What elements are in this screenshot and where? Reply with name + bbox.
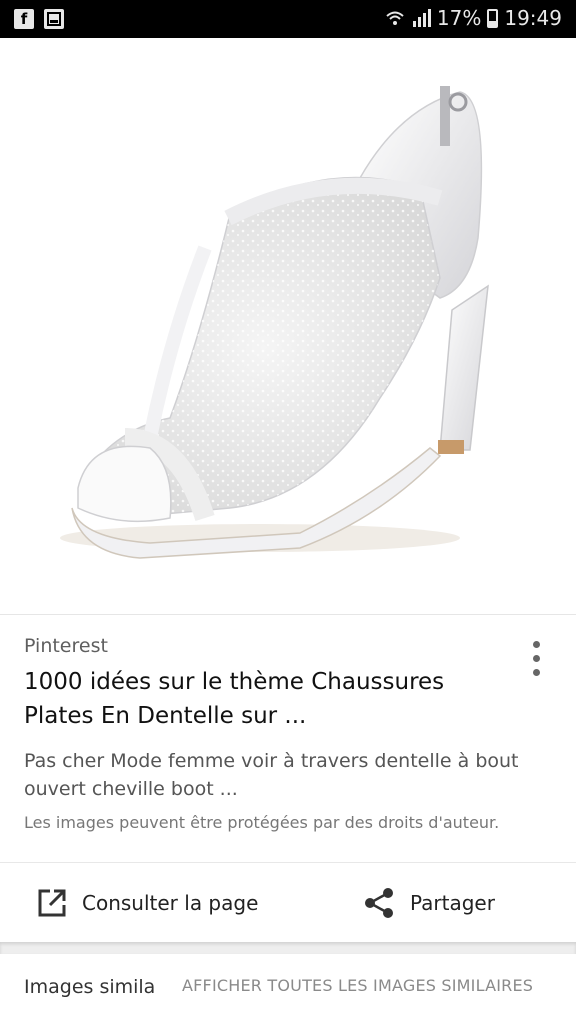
- wifi-icon: [386, 11, 404, 25]
- view-all-similar-link[interactable]: AFFICHER TOUTES LES IMAGES SIMILAIRES: [182, 976, 533, 995]
- share-label: Partager: [410, 891, 495, 915]
- facebook-icon: f: [14, 9, 34, 29]
- signal-icon: [412, 9, 431, 27]
- copyright-notice: Les images peuvent être protégées par de…: [24, 813, 500, 832]
- gallery-icon: [44, 9, 64, 29]
- similar-images-label: Images simila: [24, 976, 156, 998]
- consult-page-button[interactable]: Consulter la page: [36, 885, 258, 921]
- battery-percent: 17%: [436, 6, 482, 30]
- source-label[interactable]: Pinterest: [24, 635, 108, 657]
- more-dot: [533, 641, 540, 648]
- result-description: Pas cher Mode femme voir à travers dente…: [24, 750, 519, 800]
- share-button[interactable]: Partager: [364, 885, 495, 921]
- result-image[interactable]: [0, 38, 576, 614]
- section-divider: [0, 942, 576, 954]
- battery-icon: [487, 8, 499, 28]
- open-in-new-icon: [38, 889, 66, 917]
- result-info: Pinterest 1000 idées sur le thème Chauss…: [0, 614, 576, 832]
- system-status: 17% 19:49: [385, 6, 562, 30]
- share-icon: [365, 888, 393, 918]
- consult-page-label: Consulter la page: [82, 891, 259, 915]
- result-title[interactable]: 1000 idées sur le thème Chaussures Plate…: [24, 665, 504, 733]
- similar-images-bar: Images simila AFFICHER TOUTES LES IMAGES…: [0, 954, 576, 1024]
- notification-icons: f: [14, 9, 64, 29]
- action-bar: Consulter la page Partager: [0, 862, 576, 943]
- more-dot: [533, 655, 540, 662]
- more-options-button[interactable]: [524, 639, 550, 679]
- clock: 19:49: [504, 6, 562, 30]
- more-dot: [533, 669, 540, 676]
- status-bar: f 17% 19:49: [0, 0, 576, 38]
